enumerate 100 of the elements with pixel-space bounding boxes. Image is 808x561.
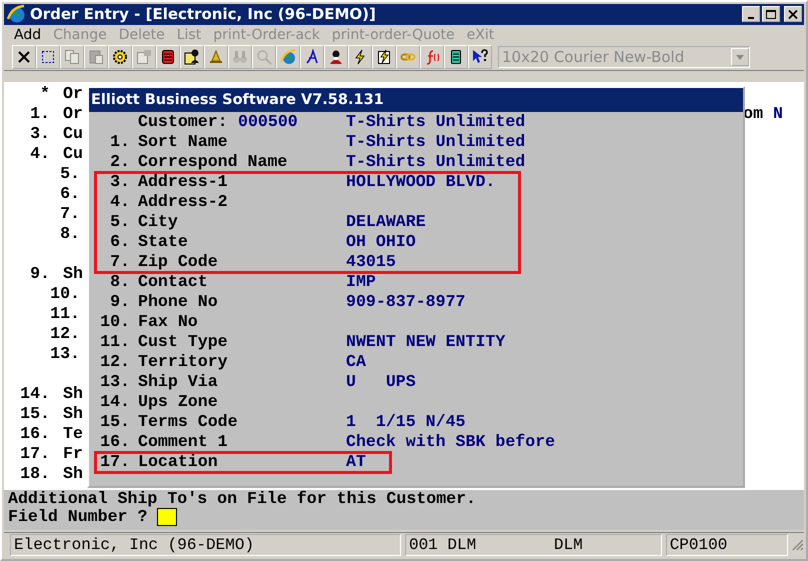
field-label: Sort Name	[138, 132, 229, 152]
field-number: 8.	[109, 272, 130, 292]
notepad-icon	[448, 49, 464, 66]
line-number: 14.	[19, 384, 50, 404]
field-value: HOLLYWOOD BLVD.	[346, 172, 496, 192]
field-label: Sh	[63, 264, 83, 284]
dialog-title: Elliott Business Software V7.58.131	[89, 88, 743, 112]
field-number: 6.	[109, 232, 130, 252]
card-person-icon	[184, 49, 200, 66]
field-label: City	[138, 212, 179, 232]
app-globe-icon	[6, 4, 26, 24]
field-label: Fr	[63, 444, 83, 464]
field-number: 1.	[109, 132, 130, 152]
field-label: Address-2	[138, 192, 229, 212]
field-label: Cu	[63, 124, 83, 144]
function-icon	[424, 49, 440, 66]
globe-icon	[280, 49, 296, 66]
status-text: DLM	[554, 536, 583, 554]
minimize-icon	[748, 16, 754, 19]
field-value: 43015	[346, 252, 396, 272]
stack-icon	[160, 49, 176, 66]
customer-code: 000500	[238, 112, 298, 132]
help-icon	[472, 49, 488, 66]
field-label: Territory	[138, 352, 229, 372]
status-text: Electronic, Inc (96-DEMO)	[14, 536, 254, 554]
selection-icon	[40, 49, 56, 66]
field-label: Ups Zone	[138, 392, 219, 412]
field-label: State	[138, 232, 189, 252]
line-number: 12.	[49, 324, 80, 344]
line-number: 3.	[29, 124, 50, 144]
field-value: N	[773, 104, 783, 123]
field-number: 12.	[99, 352, 130, 372]
field-number: 15.	[99, 412, 130, 432]
field-value: AT	[346, 452, 366, 472]
field-value: T-Shirts Unlimited	[346, 152, 526, 172]
minimize-button[interactable]	[742, 6, 760, 22]
line-number: 13.	[49, 344, 80, 364]
field-label: Customer:	[138, 112, 228, 132]
line-number: 8.	[59, 224, 80, 244]
paste-icon	[88, 49, 104, 66]
search-icon	[256, 49, 272, 66]
binoculars-icon	[232, 49, 248, 66]
field-value: DELAWARE	[346, 212, 426, 232]
maximize-icon	[766, 10, 776, 19]
line-number: 15.	[19, 404, 50, 424]
field-label: Comment 1	[138, 432, 229, 452]
field-number: 17.	[99, 452, 130, 472]
field-number: 4.	[109, 192, 130, 212]
menu-item[interactable]: Add	[8, 26, 48, 43]
line-number: 9.	[29, 264, 50, 284]
field-label: Sh	[63, 384, 83, 404]
resize-grip-icon	[792, 538, 804, 551]
field-number: 14.	[99, 392, 130, 412]
line-number: 11.	[49, 304, 80, 324]
field-label: Sh	[63, 464, 83, 484]
line-number: 5.	[59, 164, 80, 184]
field-label: Cust Type	[138, 332, 229, 352]
field-value: CA	[346, 352, 366, 372]
field-value: T-Shirts Unlimited	[346, 112, 526, 132]
close-icon	[788, 10, 798, 19]
line-number: *	[39, 84, 50, 104]
field-label: Te	[63, 424, 83, 444]
field-value: IMP	[346, 272, 376, 292]
field-label: Cu	[63, 144, 83, 164]
window-title: Order Entry - [Electronic, Inc (96-DEMO)]	[30, 5, 377, 24]
field-number: 5.	[109, 212, 130, 232]
status-message: Additional Ship To's on File for this Customer.	[8, 490, 476, 508]
dropdown-arrow-icon	[736, 54, 744, 60]
line-number: 18.	[19, 464, 50, 484]
line-number: 16.	[19, 424, 50, 444]
field-value: OH OHIO	[346, 232, 416, 252]
field-label: Or	[63, 104, 83, 124]
line-number: 4.	[29, 144, 50, 164]
field-label: Phone No	[138, 292, 219, 312]
close-icon	[16, 49, 32, 66]
field-label: Location	[138, 452, 219, 472]
field-number: 2.	[109, 152, 130, 172]
input-field[interactable]	[157, 508, 178, 526]
line-number: 1.	[29, 104, 50, 124]
status-text: CP0100	[670, 536, 728, 554]
field-label: Sh	[63, 404, 83, 424]
field-number: 13.	[99, 372, 130, 392]
prompt-label: Field Number ?	[8, 508, 148, 526]
field-number: 3.	[109, 172, 130, 192]
copy-icon	[64, 49, 80, 66]
maximize-button[interactable]	[762, 6, 780, 22]
field-value: Check with SBK before	[346, 432, 556, 452]
field-value: U UPS	[346, 372, 416, 392]
line-number: 7.	[59, 204, 80, 224]
field-number: 9.	[109, 292, 130, 312]
properties-icon	[136, 49, 152, 66]
line-number: 6.	[59, 184, 80, 204]
field-label: Fax No	[138, 312, 199, 332]
field-value: 909-837-8977	[346, 292, 466, 312]
close-button[interactable]	[784, 6, 802, 22]
field-label: Correspond Name	[138, 152, 288, 172]
field-number: 10.	[99, 312, 130, 332]
field-label: Or	[63, 84, 83, 104]
field-value: NWENT NEW ENTITY	[346, 332, 506, 352]
field-number: 16.	[99, 432, 130, 452]
